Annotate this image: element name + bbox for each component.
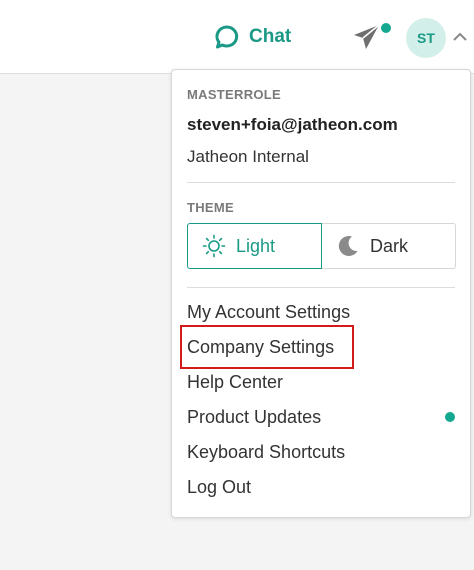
moon-icon — [338, 235, 358, 256]
menu-item-help-center[interactable]: Help Center — [187, 370, 283, 394]
top-bar: Chat ST — [0, 0, 474, 74]
theme-light-option[interactable]: Light — [187, 223, 322, 269]
highlight-box — [180, 325, 354, 369]
send-button[interactable] — [352, 22, 391, 54]
organization-name: Jatheon Internal — [187, 147, 309, 166]
theme-toggle: Light Dark — [187, 223, 456, 269]
divider — [187, 287, 455, 288]
sun-icon — [202, 234, 226, 258]
chat-button[interactable]: Chat — [214, 22, 291, 52]
theme-dark-option[interactable]: Dark — [322, 223, 456, 269]
theme-heading: THEME — [187, 200, 234, 215]
chat-label: Chat — [249, 26, 292, 47]
user-email: steven+foia@jatheon.com — [187, 115, 398, 134]
product-updates-dot — [445, 412, 455, 422]
notification-dot — [381, 23, 391, 33]
menu-item-my-account-settings[interactable]: My Account Settings — [187, 300, 350, 324]
role-heading: MASTERROLE — [187, 87, 281, 102]
divider — [187, 182, 455, 183]
theme-light-label: Light — [236, 235, 276, 256]
chat-bubble-icon — [215, 25, 239, 49]
paper-plane-icon — [354, 24, 380, 49]
chevron-up-icon[interactable] — [452, 31, 468, 43]
account-dropdown-menu: MASTERROLE steven+foia@jatheon.com Jathe… — [171, 69, 471, 518]
avatar[interactable]: ST — [406, 18, 446, 58]
theme-dark-label: Dark — [370, 235, 409, 256]
menu-item-product-updates[interactable]: Product Updates — [187, 405, 321, 429]
menu-item-keyboard-shortcuts[interactable]: Keyboard Shortcuts — [187, 440, 345, 464]
menu-item-log-out[interactable]: Log Out — [187, 475, 251, 499]
